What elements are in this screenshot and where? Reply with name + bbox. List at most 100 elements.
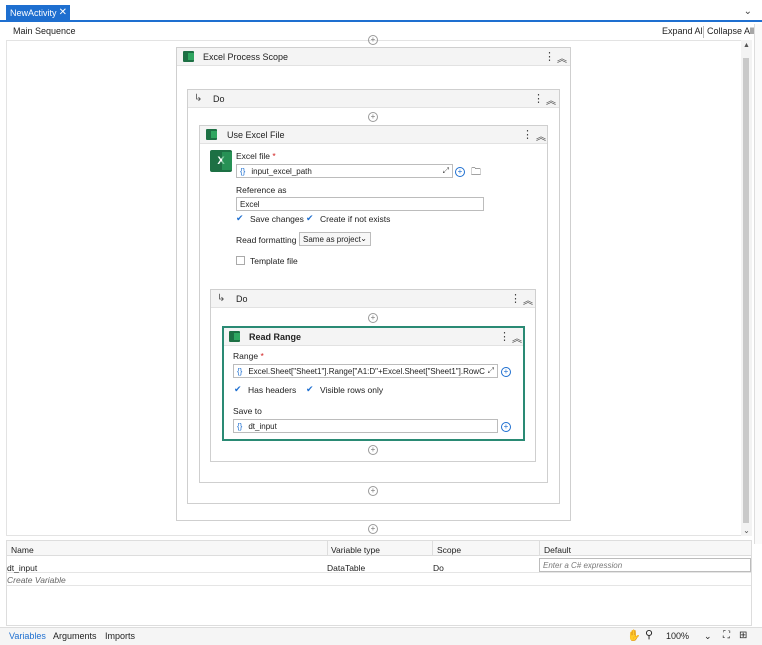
excel-icon — [206, 129, 217, 140]
visible-rows-only-label: Visible rows only — [320, 385, 384, 395]
zoom-level[interactable]: 100% — [666, 631, 689, 641]
add-activity-icon[interactable]: + — [368, 445, 378, 455]
close-icon[interactable]: ✕ — [59, 7, 67, 18]
add-variable-icon[interactable]: + — [501, 422, 511, 432]
create-if-not-exists-checkbox[interactable]: ✔ — [306, 214, 315, 223]
save-to-input[interactable]: {} dt_input — [233, 419, 498, 433]
visible-rows-only-checkbox[interactable]: ✔ — [306, 385, 315, 394]
save-to-label: Save to — [233, 406, 262, 416]
collapse-icon[interactable]: ︽ — [536, 128, 546, 143]
save-changes-label: Save changes — [250, 214, 304, 224]
hand-icon[interactable]: ✋ — [627, 629, 641, 642]
variables-panel: Name Variable type Scope Default dt_inpu… — [6, 540, 752, 626]
overview-icon[interactable]: ⊞ — [739, 630, 747, 641]
add-activity-icon[interactable]: + — [368, 313, 378, 323]
excel-icon — [229, 331, 240, 342]
read-range-title: Read Range — [249, 332, 302, 342]
divider — [7, 585, 751, 586]
default-value-input[interactable]: Enter a C# expression — [539, 558, 751, 572]
collapse-icon[interactable]: ︽ — [557, 50, 567, 65]
do-inner-header: ↳ Do ⋮ ︽ — [211, 290, 535, 308]
variable-type[interactable]: DataTable — [327, 563, 365, 573]
has-headers-checkbox[interactable]: ✔ — [234, 385, 243, 394]
folder-icon[interactable]: 🗀 — [471, 165, 481, 182]
add-variable-icon[interactable]: + — [455, 167, 465, 177]
add-activity-icon[interactable]: + — [368, 112, 378, 122]
breadcrumb[interactable]: Main Sequence — [13, 26, 76, 36]
expand-icon[interactable]: ⤢ — [487, 366, 494, 376]
create-variable-link[interactable]: Create Variable — [7, 575, 66, 585]
scrollbar-thumb[interactable] — [743, 58, 749, 523]
tab-newactivity[interactable]: NewActivity ✕ — [6, 5, 70, 22]
more-options-icon[interactable]: ⋮ — [533, 92, 544, 105]
reference-input[interactable]: Excel — [236, 197, 484, 211]
range-label: Range * — [233, 351, 264, 361]
divider — [539, 541, 540, 555]
collapse-all-button[interactable]: Collapse All — [707, 26, 754, 36]
collapse-icon[interactable]: ︽ — [546, 92, 556, 107]
add-activity-icon[interactable]: + — [368, 35, 378, 45]
expand-all-button[interactable]: Expand All — [662, 26, 705, 36]
read-range-header: Read Range ⋮ ︽ — [224, 328, 523, 346]
column-header-default[interactable]: Default — [544, 545, 571, 555]
add-variable-icon[interactable]: + — [501, 367, 511, 377]
template-file-checkbox[interactable] — [236, 256, 245, 265]
create-if-not-exists-label: Create if not exists — [320, 214, 391, 224]
excel-scope-header: Excel Process Scope ⋮ ︽ — [177, 48, 570, 66]
variable-scope[interactable]: Do — [433, 563, 444, 573]
chevron-down-icon[interactable]: ⌄ — [744, 6, 752, 17]
read-formatting-select[interactable]: Same as project ⌄ — [299, 232, 371, 246]
use-excel-title: Use Excel File — [227, 130, 285, 140]
designer-header: Main Sequence Expand All Collapse All — [0, 24, 762, 40]
range-input[interactable]: {} Excel.Sheet["Sheet1"].Range["A1:D"+Exc… — [233, 364, 498, 378]
excel-file-large-icon: X — [210, 150, 232, 172]
column-header-scope[interactable]: Scope — [437, 545, 461, 555]
collapse-icon[interactable]: ︽ — [512, 330, 522, 345]
tab-bar: NewActivity ✕ ⌄ — [0, 0, 762, 22]
reference-label: Reference as — [236, 185, 287, 195]
bottom-bar: Variables Arguments Imports ✋ ⚲ 100% ⌄ ⛶… — [0, 627, 762, 645]
more-options-icon[interactable]: ⋮ — [499, 330, 510, 343]
column-header-variable-type[interactable]: Variable type — [331, 545, 380, 555]
scroll-up-icon[interactable]: ▲ — [741, 42, 752, 49]
excel-file-label: Excel file * — [236, 151, 276, 161]
add-activity-icon[interactable]: + — [368, 486, 378, 496]
scroll-down-icon[interactable]: ⌄ — [741, 526, 752, 535]
do-inner-title: Do — [236, 294, 248, 304]
excel-file-input[interactable]: {} input_excel_path ⤢ — [236, 164, 453, 178]
more-options-icon[interactable]: ⋮ — [544, 50, 555, 63]
read-formatting-label: Read formatting — [236, 235, 297, 245]
excel-icon — [183, 51, 194, 62]
divider — [703, 26, 704, 38]
add-activity-icon[interactable]: + — [368, 524, 378, 534]
variable-name[interactable]: dt_input — [7, 563, 37, 573]
more-options-icon[interactable]: ⋮ — [522, 128, 533, 141]
expression-icon: {} — [237, 367, 243, 376]
do-outer-header: ↳ Do ⋮ ︽ — [188, 90, 559, 108]
right-side-panel — [754, 24, 762, 544]
expression-icon: {} — [237, 422, 243, 431]
chevron-down-icon: ⌄ — [360, 234, 367, 243]
return-arrow-icon: ↳ — [217, 293, 226, 304]
has-headers-label: Has headers — [248, 385, 297, 395]
do-outer-title: Do — [213, 94, 225, 104]
expand-icon[interactable]: ⤢ — [443, 166, 449, 176]
return-arrow-icon: ↳ — [194, 93, 203, 104]
template-file-label: Template file — [250, 256, 298, 266]
excel-scope-title: Excel Process Scope — [203, 52, 289, 62]
chevron-down-icon[interactable]: ⌄ — [704, 631, 712, 642]
search-icon[interactable]: ⚲ — [645, 628, 653, 641]
tab-variables[interactable]: Variables — [9, 631, 46, 641]
use-excel-header: Use Excel File ⋮ ︽ — [200, 126, 547, 144]
expression-icon: {} — [240, 167, 246, 176]
divider — [327, 541, 328, 555]
save-changes-checkbox[interactable]: ✔ — [236, 214, 245, 223]
divider — [432, 541, 433, 555]
tab-imports[interactable]: Imports — [105, 631, 135, 641]
tab-title: NewActivity — [10, 8, 57, 18]
tab-arguments[interactable]: Arguments — [53, 631, 97, 641]
fit-to-screen-icon[interactable]: ⛶ — [723, 630, 730, 641]
column-header-name[interactable]: Name — [11, 545, 34, 555]
collapse-icon[interactable]: ︽ — [523, 292, 533, 307]
more-options-icon[interactable]: ⋮ — [510, 292, 521, 305]
